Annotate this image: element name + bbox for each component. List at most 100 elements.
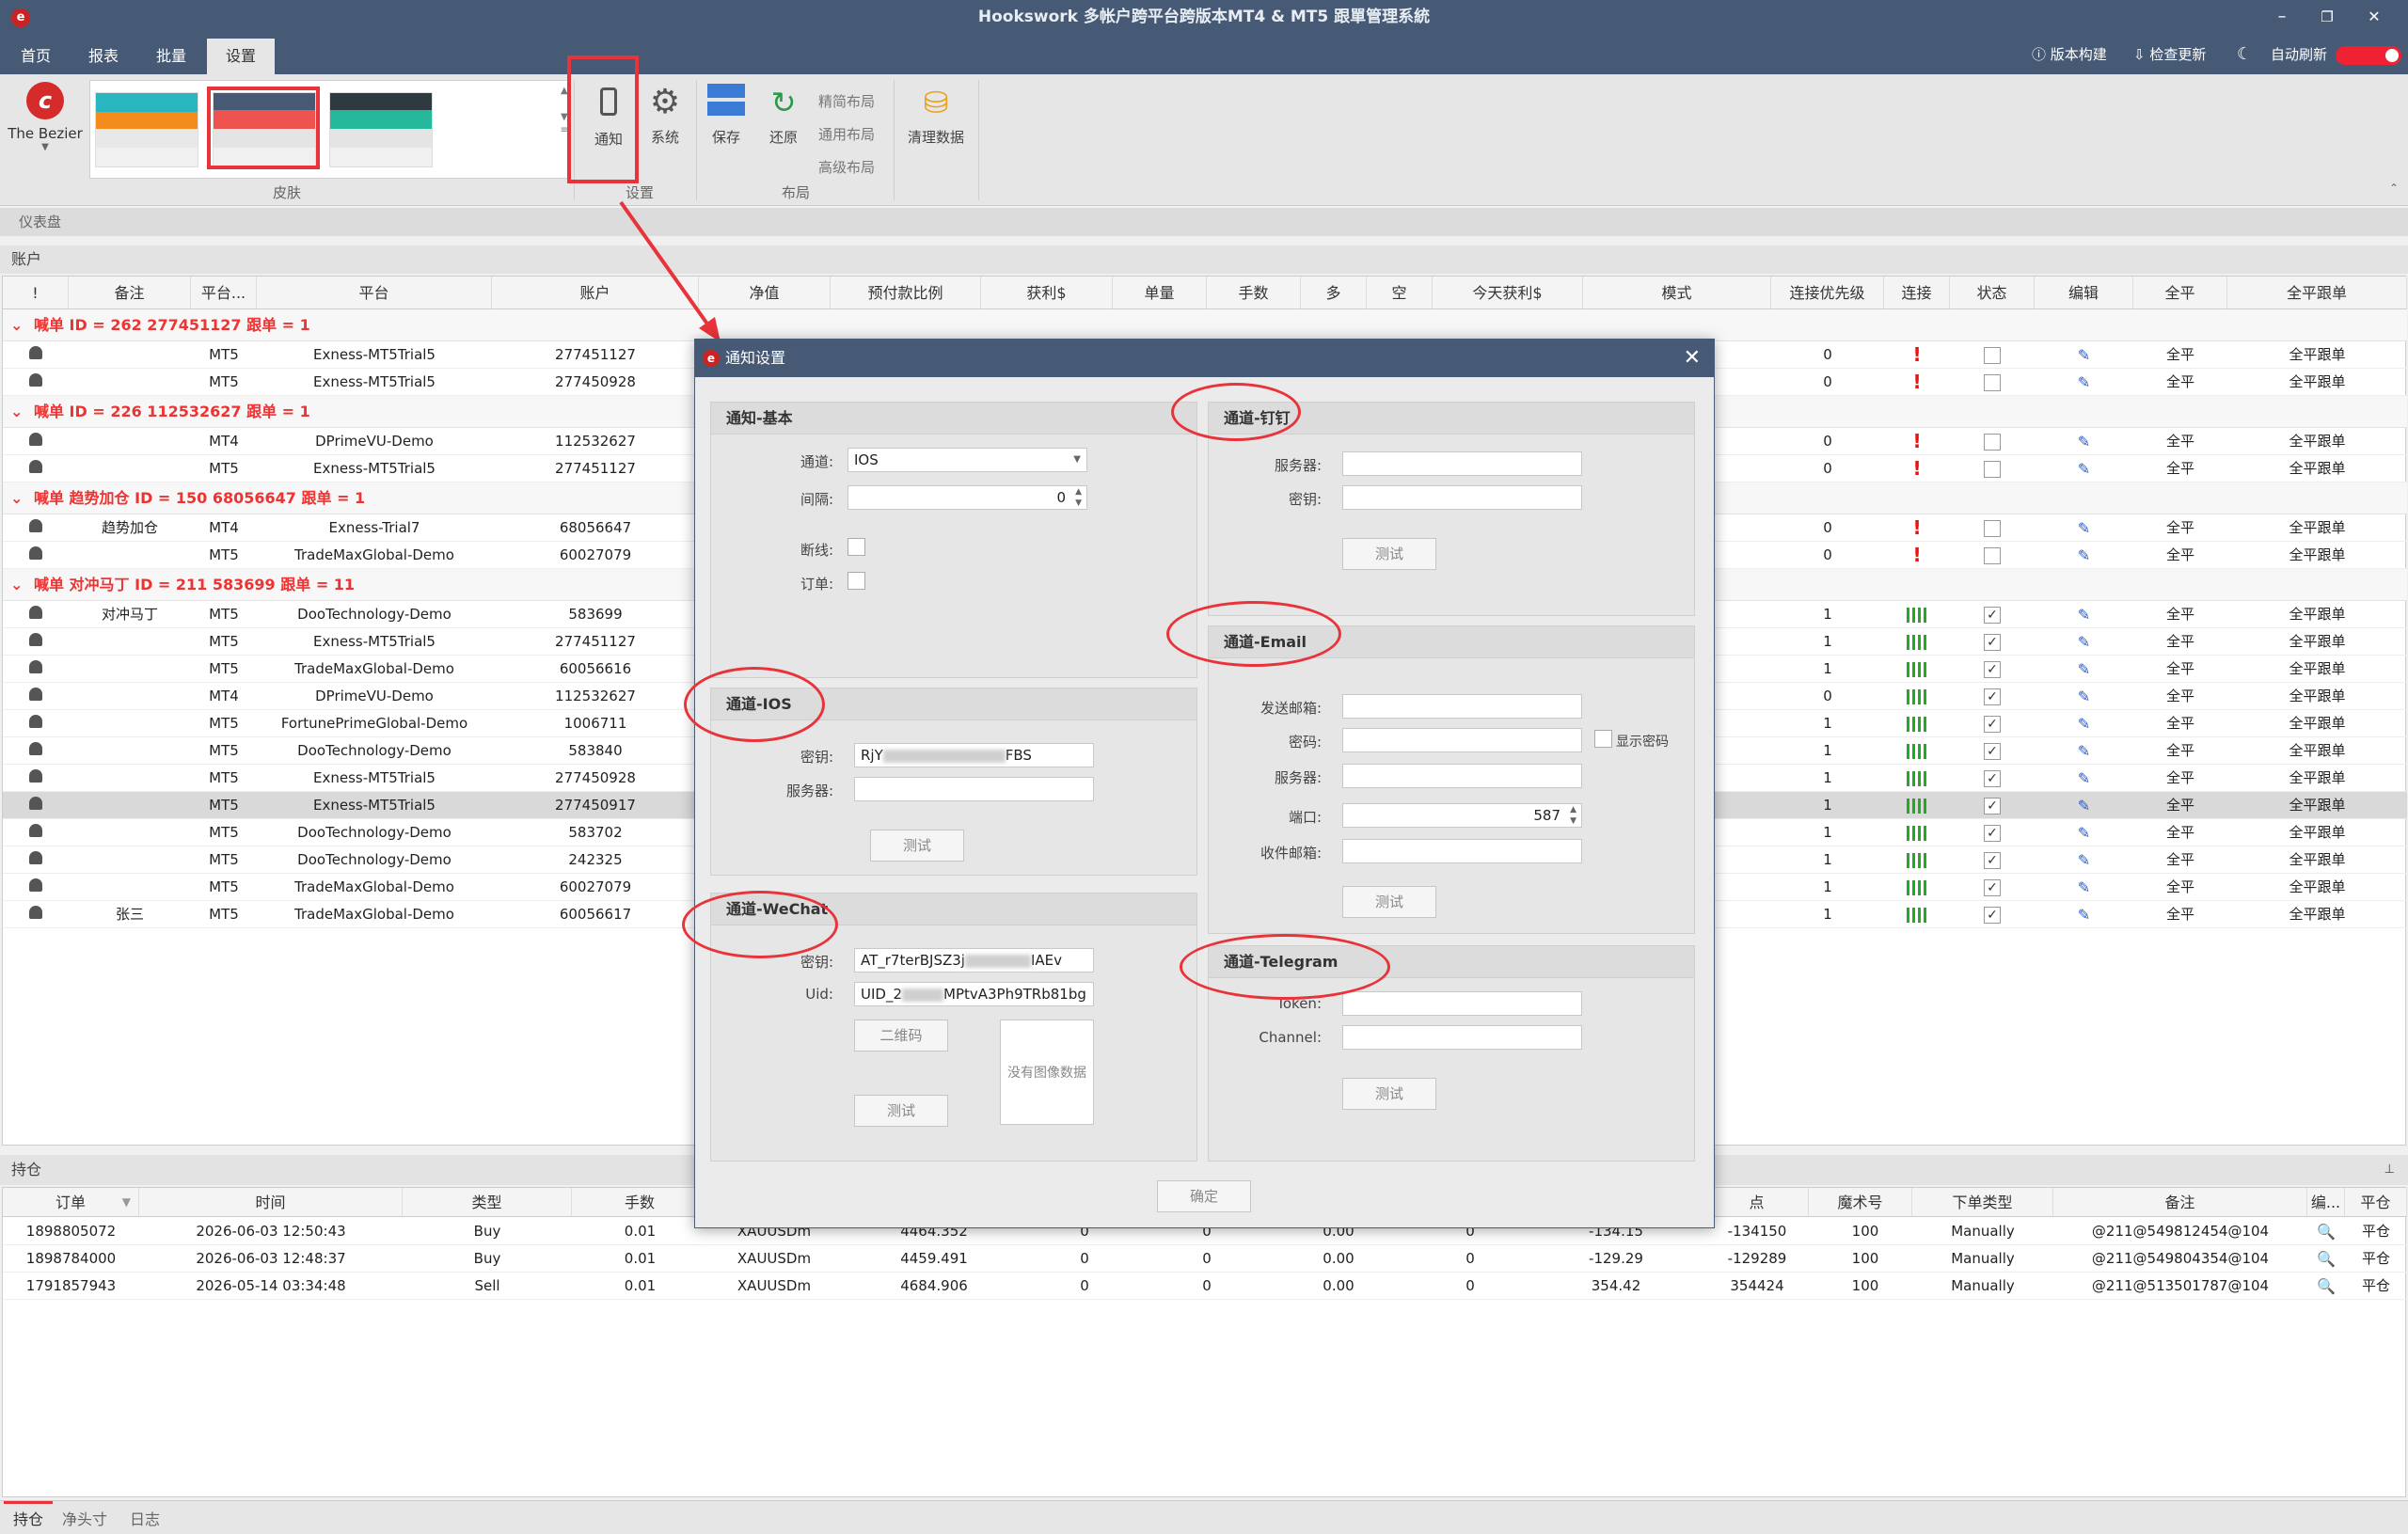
status-checkbox[interactable]: ✓ <box>1950 819 2035 846</box>
cell-closef[interactable]: 全平跟单 <box>2227 601 2407 628</box>
status-checkbox[interactable]: ✓ <box>1950 601 2035 628</box>
wechat-test-button[interactable]: 测试 <box>854 1095 948 1127</box>
col-header[interactable]: 下单类型 <box>1912 1188 2053 1217</box>
col-header[interactable]: 账户 <box>492 277 699 309</box>
pin-icon[interactable]: ⊥ <box>2384 1155 2395 1185</box>
show-password-checkbox[interactable] <box>1594 730 1612 748</box>
status-checkbox[interactable]: ✓ <box>1950 710 2035 737</box>
col-header[interactable]: 时间 <box>139 1188 403 1217</box>
cell-close[interactable]: 全平 <box>2133 737 2227 765</box>
view-details-icon[interactable]: 🔍 <box>2307 1245 2345 1273</box>
status-checkbox[interactable] <box>1950 369 2035 396</box>
collapse-arrow-icon[interactable]: ⌄ <box>10 489 28 507</box>
email-from-input[interactable] <box>1342 694 1582 719</box>
cell-close[interactable]: 全平 <box>2133 428 2227 455</box>
status-checkbox[interactable]: ✓ <box>1950 874 2035 901</box>
edit-icon[interactable]: ✎ <box>2035 601 2133 628</box>
email-port-stepper[interactable]: 587 ▲ ▼ <box>1342 803 1582 828</box>
col-header[interactable]: 编辑 <box>2035 277 2133 309</box>
cell-closef[interactable]: 全平跟单 <box>2227 455 2407 482</box>
tab-log[interactable]: 日志 <box>130 1507 160 1529</box>
cell-closef[interactable]: 全平跟单 <box>2227 710 2407 737</box>
cell-closef[interactable]: 全平跟单 <box>2227 683 2407 710</box>
telegram-test-button[interactable]: 测试 <box>1342 1078 1436 1110</box>
edit-icon[interactable]: ✎ <box>2035 846 2133 874</box>
position-row[interactable]: 1898784000 2026-06-03 12:48:37 Buy 0.01 XAUU… <box>3 1245 2407 1273</box>
col-header[interactable]: 预付款比例 <box>831 277 981 309</box>
col-header[interactable]: 订单 ▼ <box>3 1188 139 1217</box>
col-header[interactable]: 平仓 <box>2345 1188 2407 1217</box>
auto-refresh-toggle[interactable] <box>2336 46 2401 65</box>
stepper-arrows-icon[interactable]: ▲ ▼ <box>1075 486 1082 509</box>
cell-closef[interactable]: 全平跟单 <box>2227 514 2407 542</box>
tab-home[interactable]: 首页 <box>9 39 62 74</box>
col-header[interactable]: 编... <box>2307 1188 2345 1217</box>
tab-positions[interactable]: 持仓 <box>13 1507 43 1529</box>
edit-icon[interactable]: ✎ <box>2035 792 2133 819</box>
cell-close[interactable]: 平仓 <box>2345 1245 2407 1273</box>
cell-close[interactable]: 全平 <box>2133 601 2227 628</box>
cell-closef[interactable]: 全平跟单 <box>2227 428 2407 455</box>
cell-close[interactable]: 全平 <box>2133 846 2227 874</box>
edit-icon[interactable]: ✎ <box>2035 874 2133 901</box>
col-header[interactable]: 今天获利$ <box>1433 277 1583 309</box>
col-header[interactable]: 手数 <box>572 1188 708 1217</box>
qr-code-button[interactable]: 二维码 <box>854 1020 948 1052</box>
save-layout-button[interactable]: 保存 <box>702 84 751 147</box>
layout-advanced-item[interactable]: 高级布局 <box>818 151 875 184</box>
ios-key-input[interactable]: RjY FBS <box>854 743 1094 767</box>
cell-close[interactable]: 全平 <box>2133 765 2227 792</box>
cell-closef[interactable]: 全平跟单 <box>2227 542 2407 569</box>
status-checkbox[interactable]: ✓ <box>1950 846 2035 874</box>
cell-close[interactable]: 全平 <box>2133 683 2227 710</box>
cell-close[interactable]: 平仓 <box>2345 1218 2407 1245</box>
col-header[interactable]: 手数 <box>1207 277 1301 309</box>
cell-closef[interactable]: 全平跟单 <box>2227 792 2407 819</box>
cell-closef[interactable]: 全平跟单 <box>2227 341 2407 369</box>
ok-button[interactable]: 确定 <box>1157 1180 1251 1212</box>
ios-server-input[interactable] <box>854 777 1094 801</box>
collapse-arrow-icon[interactable]: ⌄ <box>10 576 28 593</box>
edit-icon[interactable]: ✎ <box>2035 765 2133 792</box>
status-checkbox[interactable]: ✓ <box>1950 737 2035 765</box>
filter-icon[interactable]: ▼ <box>122 1188 131 1217</box>
status-checkbox[interactable]: ✓ <box>1950 656 2035 683</box>
layout-common-item[interactable]: 通用布局 <box>818 119 875 151</box>
version-build-button[interactable]: ⓘ 版本构建 <box>2032 43 2107 66</box>
cell-close[interactable]: 全平 <box>2133 710 2227 737</box>
cell-closef[interactable]: 全平跟单 <box>2227 737 2407 765</box>
cell-close[interactable]: 全平 <box>2133 369 2227 396</box>
email-test-button[interactable]: 测试 <box>1342 886 1436 918</box>
skin-option-1[interactable] <box>95 92 198 167</box>
col-header[interactable]: 全平跟单 <box>2227 277 2407 309</box>
tab-reports[interactable]: 报表 <box>77 39 130 74</box>
edit-icon[interactable]: ✎ <box>2035 628 2133 656</box>
telegram-channel-input[interactable] <box>1342 1025 1582 1050</box>
theme-button[interactable]: c The Bezier ▼ <box>8 82 83 152</box>
cell-closef[interactable]: 全平跟单 <box>2227 765 2407 792</box>
col-header[interactable]: 连接 <box>1884 277 1950 309</box>
cell-closef[interactable]: 全平跟单 <box>2227 901 2407 928</box>
col-header[interactable]: 魔术号 <box>1809 1188 1912 1217</box>
edit-icon[interactable]: ✎ <box>2035 341 2133 369</box>
edit-icon[interactable]: ✎ <box>2035 369 2133 396</box>
status-checkbox[interactable] <box>1950 428 2035 455</box>
disconnect-checkbox[interactable] <box>848 538 865 556</box>
collapse-arrow-icon[interactable]: ⌄ <box>10 403 28 420</box>
tab-net-position[interactable]: 净头寸 <box>62 1507 107 1529</box>
minimize-button[interactable]: – <box>2269 4 2295 30</box>
col-header[interactable]: 类型 <box>403 1188 572 1217</box>
col-header[interactable]: 状态 <box>1950 277 2035 309</box>
status-checkbox[interactable] <box>1950 455 2035 482</box>
col-header[interactable]: 空 <box>1367 277 1433 309</box>
edit-icon[interactable]: ✎ <box>2035 901 2133 928</box>
cell-close[interactable]: 全平 <box>2133 514 2227 542</box>
status-checkbox[interactable]: ✓ <box>1950 628 2035 656</box>
system-button[interactable]: ⚙ 系统 <box>640 84 690 147</box>
email-to-input[interactable] <box>1342 839 1582 863</box>
dingtalk-test-button[interactable]: 测试 <box>1342 538 1436 570</box>
dialog-close-icon[interactable]: ✕ <box>1684 340 1701 377</box>
position-row[interactable]: 1791857943 2026-05-14 03:34:48 Sell 0.01 XAU… <box>3 1273 2407 1300</box>
edit-icon[interactable]: ✎ <box>2035 737 2133 765</box>
tab-batch[interactable]: 批量 <box>145 39 198 74</box>
